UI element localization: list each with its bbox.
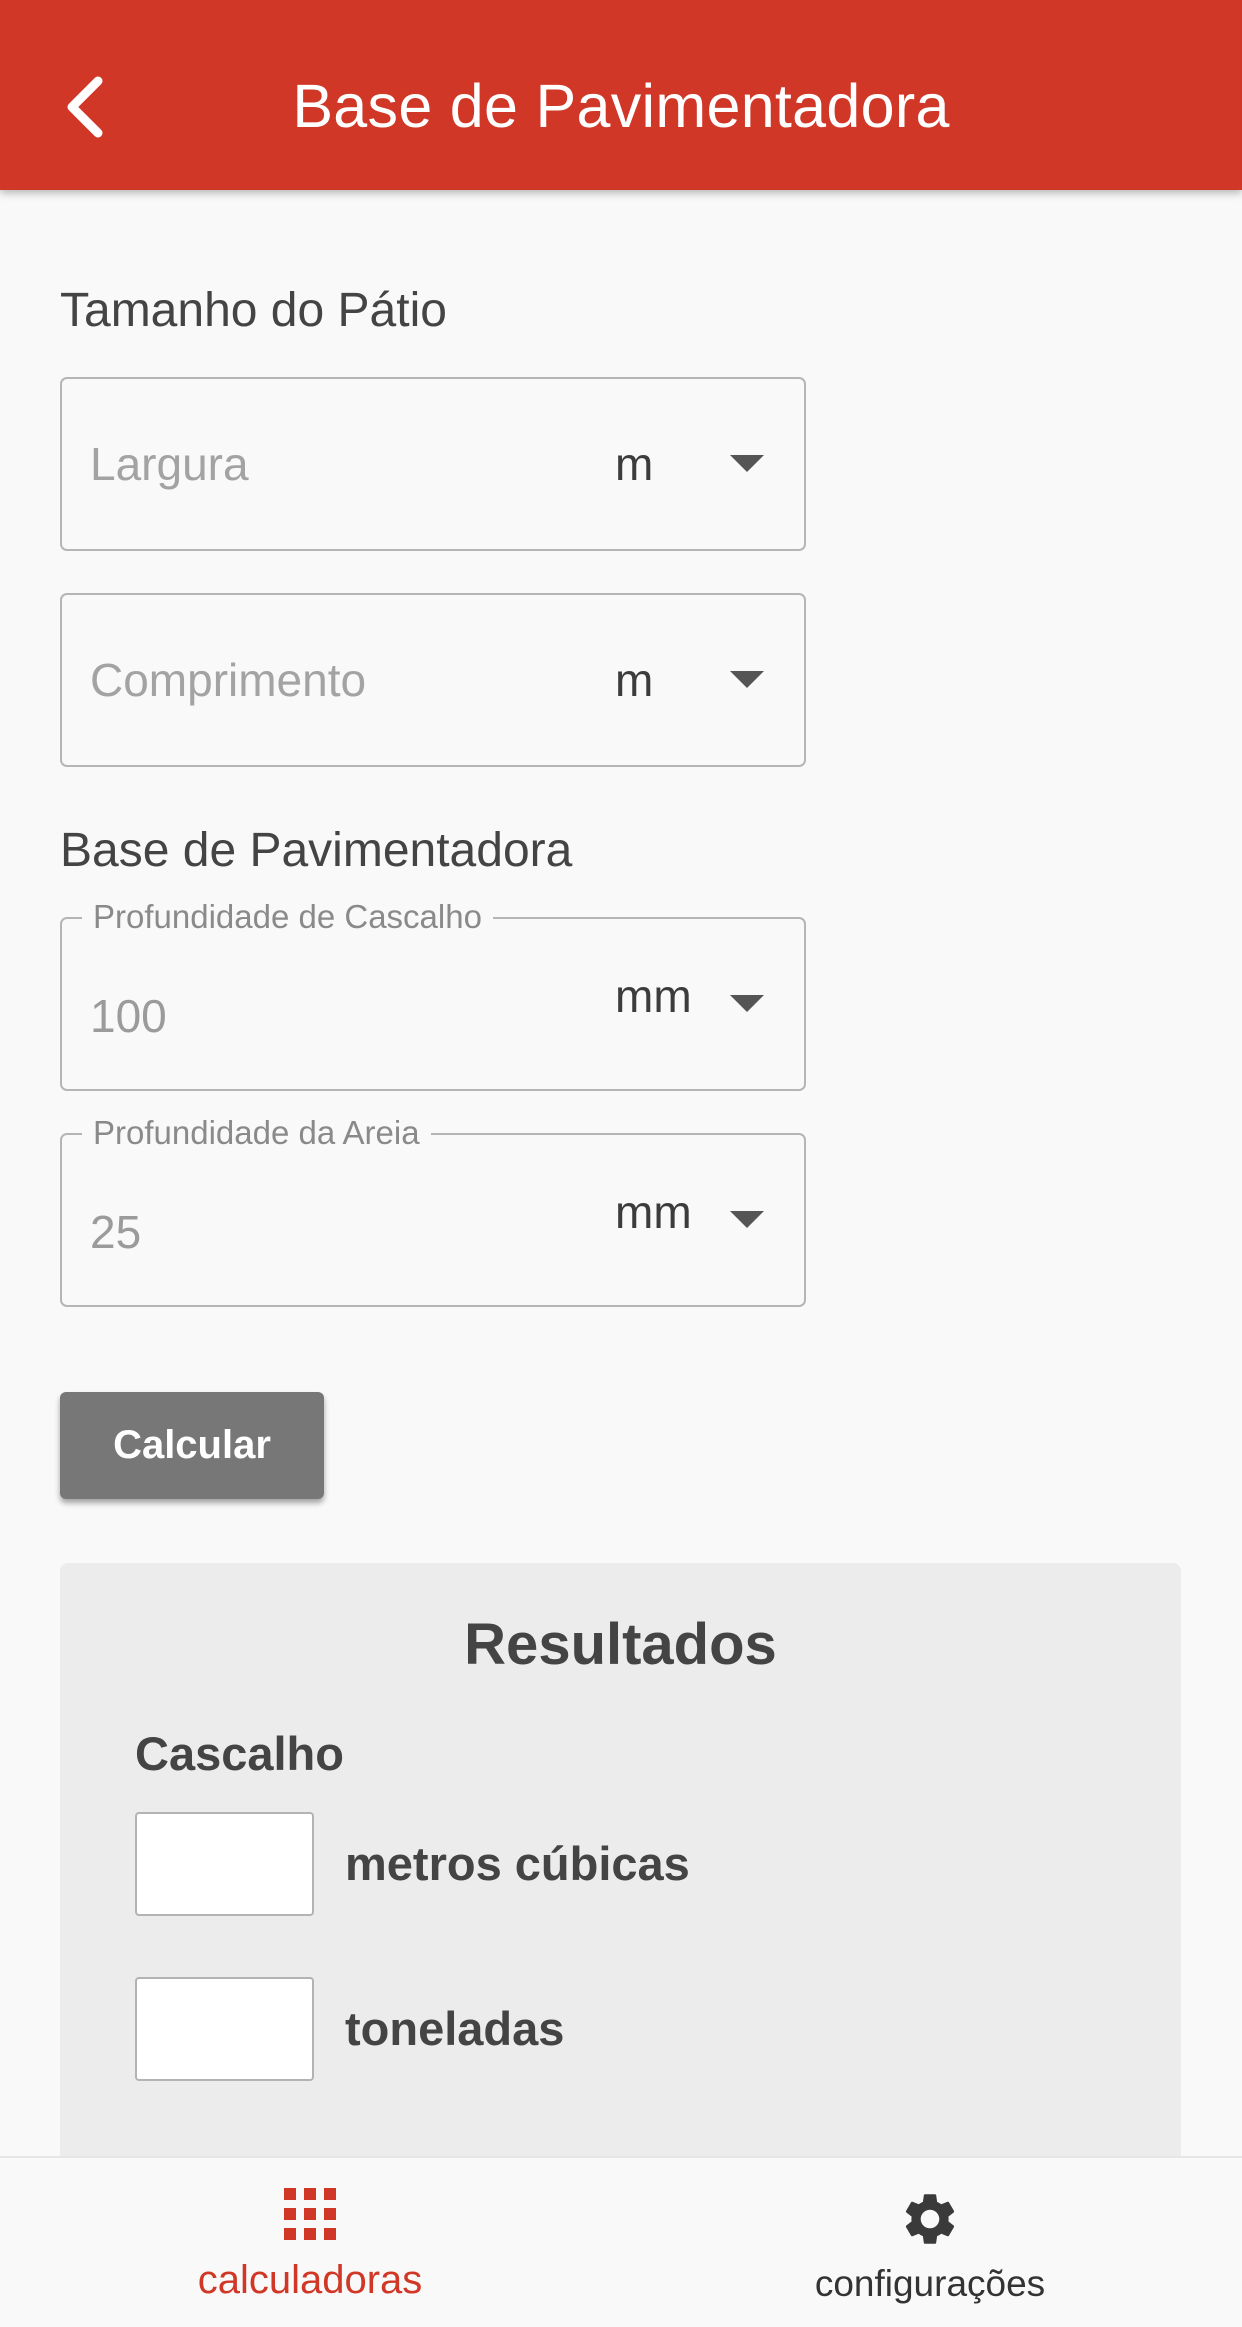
- length-unit-select[interactable]: m: [615, 595, 653, 765]
- sand-depth-unit-select[interactable]: mm: [615, 1127, 692, 1297]
- tons-label: toneladas: [345, 2002, 565, 2055]
- nav-calculators-label: calculadoras: [197, 2258, 423, 2302]
- nav-settings-label: configurações: [814, 2263, 1046, 2304]
- length-placeholder: Comprimento: [90, 654, 367, 706]
- gravel-depth-label: Profundidade de Cascalho: [82, 892, 493, 942]
- cubic-meters-label: metros cúbicas: [345, 1837, 690, 1890]
- gravel-results-heading: Cascalho: [135, 1727, 344, 1780]
- grid-icon: [284, 2188, 336, 2240]
- bottom-nav: calculadoras configurações: [0, 2156, 1242, 2327]
- tons-output: [135, 1977, 314, 2081]
- gravel-depth-unit-select[interactable]: mm: [615, 911, 692, 1081]
- sand-depth-label: Profundidade da Areia: [82, 1108, 431, 1158]
- gravel-depth-field[interactable]: Profundidade de Cascalho 100 mm: [60, 892, 806, 1091]
- width-placeholder: Largura: [90, 438, 249, 490]
- page-title: Base de Pavimentadora: [0, 0, 1242, 212]
- gravel-depth-value: 100: [90, 990, 167, 1042]
- sand-depth-value: 25: [90, 1206, 142, 1258]
- paver-base-heading: Base de Pavimentadora: [60, 824, 573, 877]
- calculate-button[interactable]: Calcular: [60, 1392, 324, 1499]
- gear-icon: [905, 2194, 955, 2244]
- cubic-meters-output: [135, 1812, 314, 1916]
- width-unit-select[interactable]: m: [615, 379, 653, 549]
- app-bar: Base de Pavimentadora: [0, 0, 1242, 190]
- page-title-text: Base de Pavimentadora: [292, 72, 950, 140]
- length-field[interactable]: Comprimento m: [60, 593, 806, 767]
- width-field[interactable]: Largura m: [60, 377, 806, 551]
- nav-item-calculators[interactable]: calculadoras: [110, 2158, 510, 2327]
- gravel-depth-unit-dropdown-icon[interactable]: [730, 995, 764, 1012]
- patio-size-heading: Tamanho do Pátio: [60, 284, 447, 337]
- sand-depth-field[interactable]: Profundidade da Areia 25 mm: [60, 1108, 806, 1307]
- nav-item-settings[interactable]: configurações: [730, 2158, 1130, 2327]
- length-unit-dropdown-icon[interactable]: [730, 671, 764, 688]
- width-unit-dropdown-icon[interactable]: [730, 455, 764, 472]
- sand-depth-unit-dropdown-icon[interactable]: [730, 1211, 764, 1228]
- results-title: Resultados: [464, 1612, 777, 1677]
